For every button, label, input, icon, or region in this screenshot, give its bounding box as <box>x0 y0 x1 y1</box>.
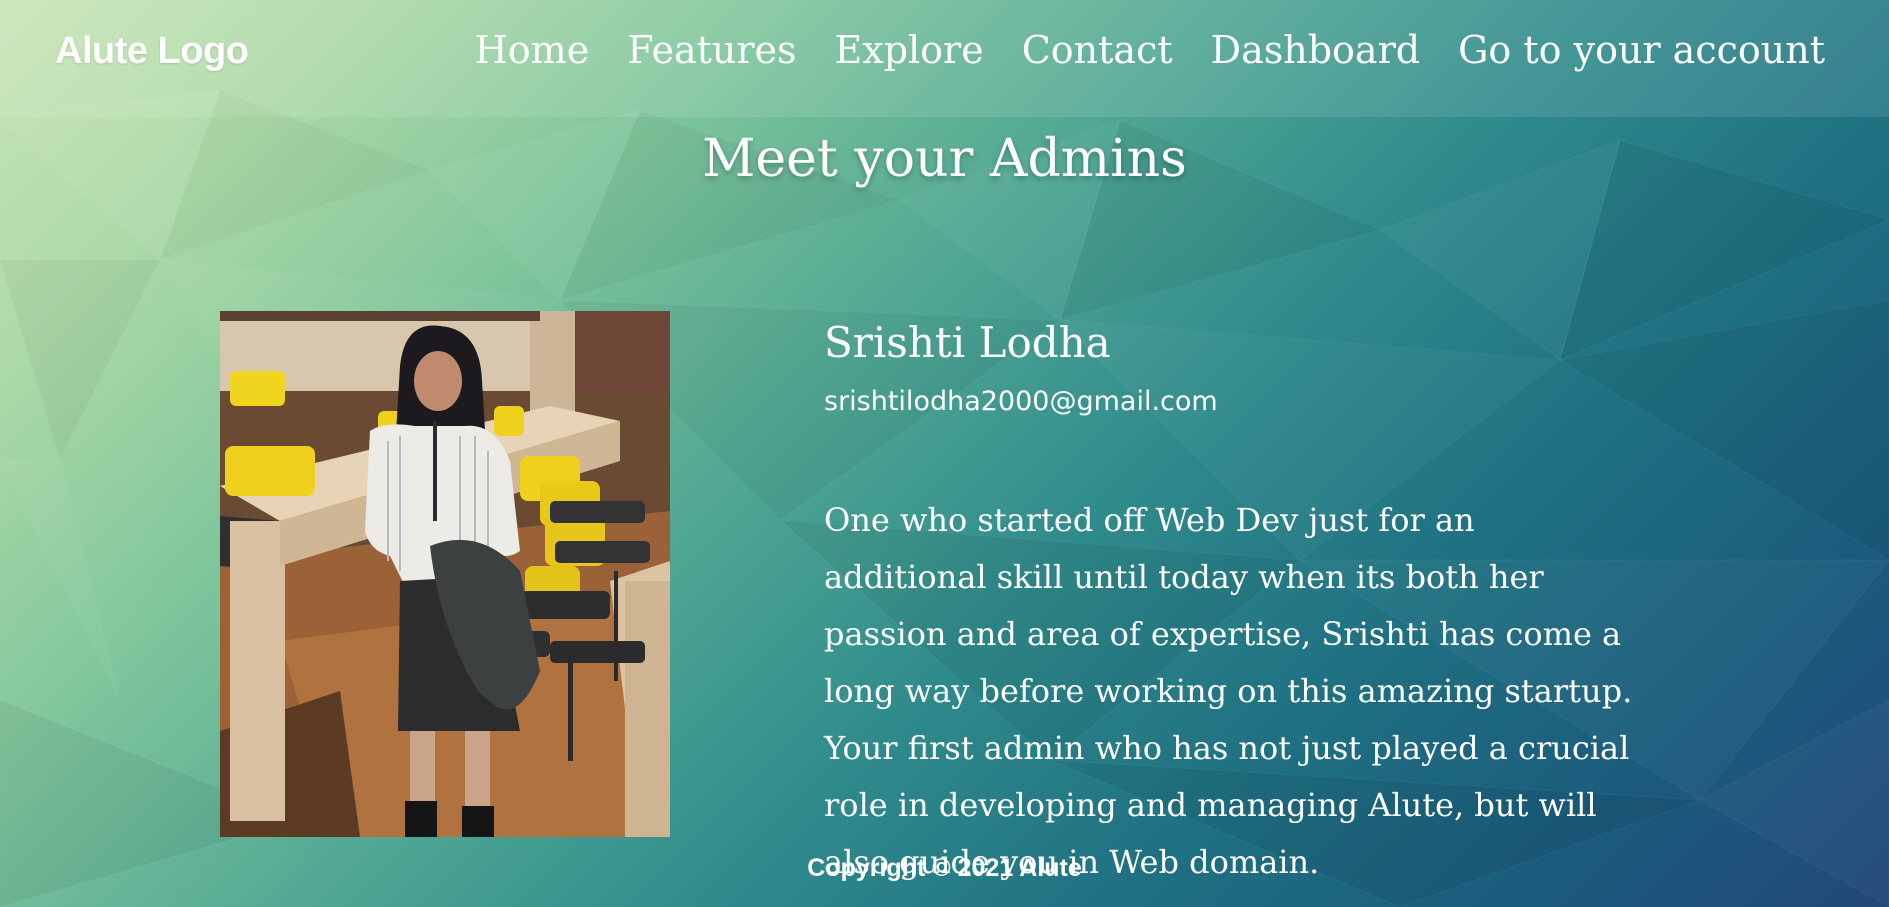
nav-contact-link[interactable]: Contact <box>1022 27 1173 73</box>
admin-bio: One who started off Web Dev just for an … <box>824 501 1633 881</box>
nav-home-link[interactable]: Home <box>475 27 590 73</box>
footer-copyright: Copyright © 2021 Alute <box>807 854 1082 882</box>
admin-photo <box>220 311 670 837</box>
site-logo[interactable]: Alute Logo <box>55 28 249 74</box>
admin-photo-image <box>220 311 670 837</box>
nav-explore-link[interactable]: Explore <box>835 27 984 73</box>
nav-features-link[interactable]: Features <box>627 27 796 73</box>
admin-email: srishtilodha2000@gmail.com <box>824 386 1218 417</box>
admin-name: Srishti Lodha <box>824 318 1111 367</box>
page-title: Meet your Admins <box>702 129 1187 189</box>
nav-dashboard-link[interactable]: Dashboard <box>1211 27 1420 73</box>
top-navbar: Alute Logo Home Features Explore Contact… <box>0 0 1889 117</box>
nav-account-link[interactable]: Go to your account <box>1458 27 1825 73</box>
main-nav: Home Features Explore Contact Dashboard … <box>475 27 1825 73</box>
